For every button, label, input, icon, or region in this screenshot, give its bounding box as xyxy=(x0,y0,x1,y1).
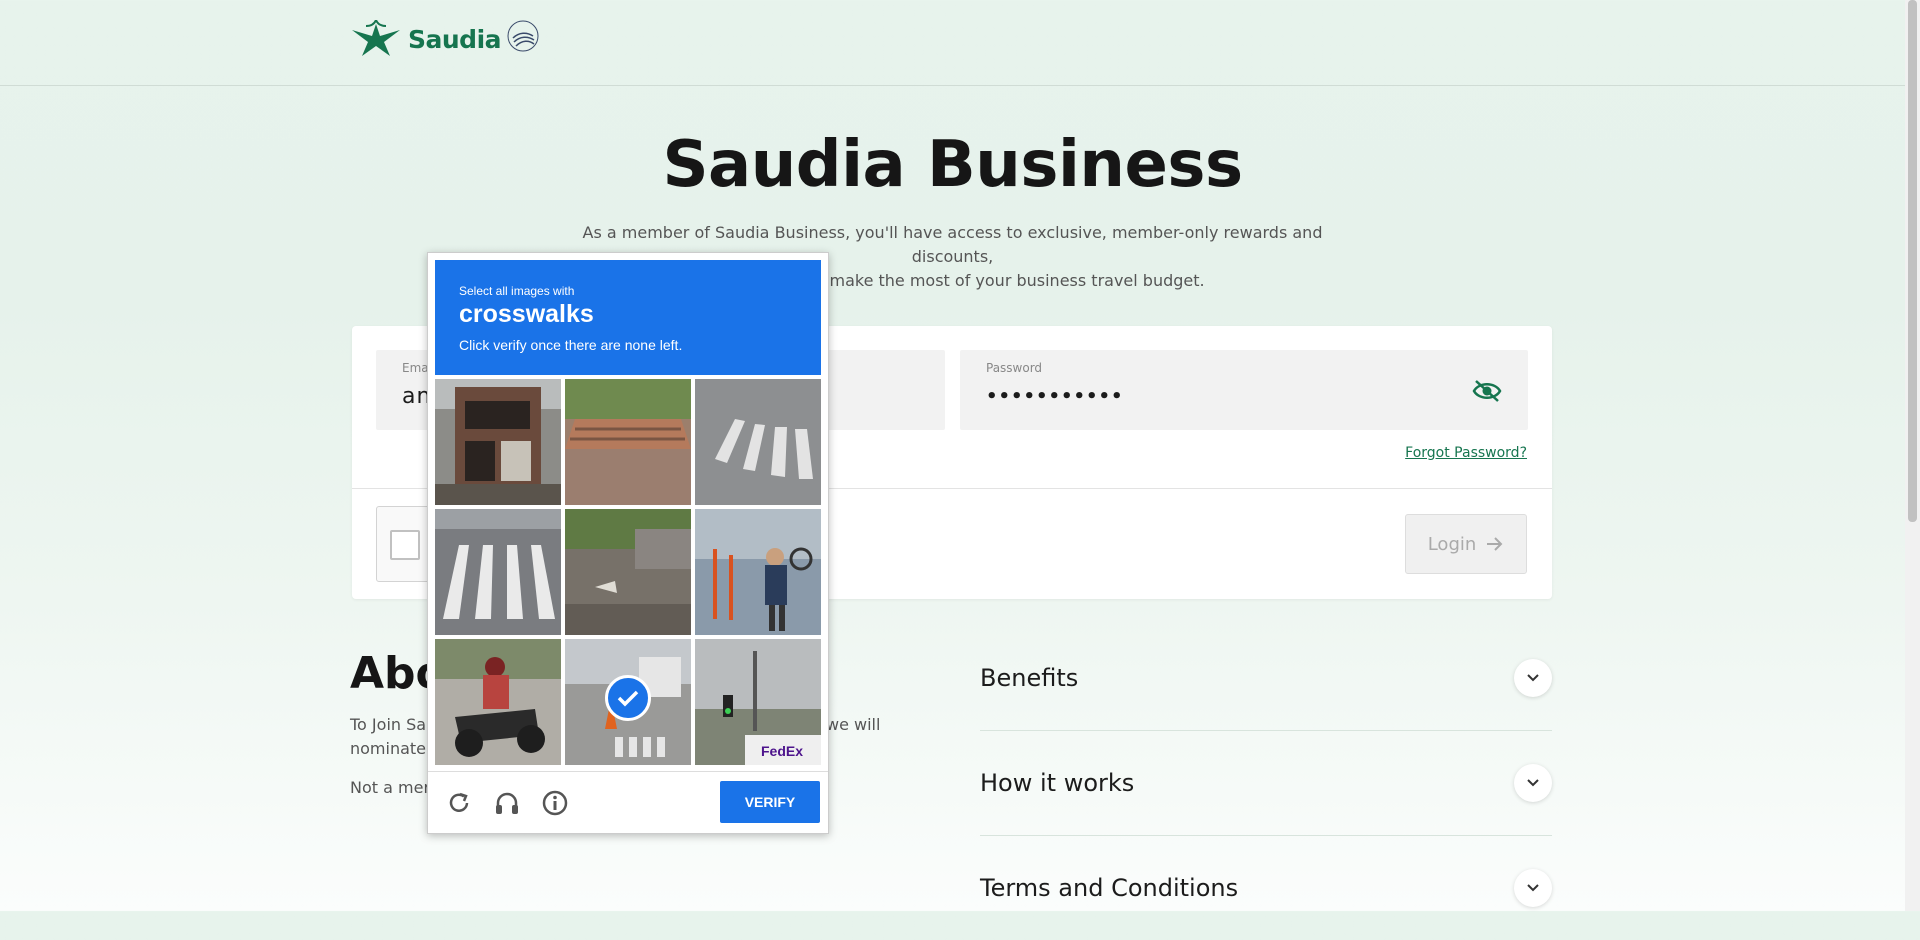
captcha-tile-7[interactable] xyxy=(435,639,561,765)
skyteam-icon xyxy=(507,20,539,52)
reload-icon[interactable] xyxy=(445,789,473,817)
about-text-start: To Join Sa xyxy=(350,715,427,734)
captcha-tile-5[interactable] xyxy=(565,509,691,635)
accordion-benefits[interactable]: Benefits xyxy=(980,626,1552,731)
saudia-palm-icon xyxy=(352,20,400,56)
password-value: ••••••••••• xyxy=(986,386,1124,407)
login-label: Login xyxy=(1427,533,1477,555)
recaptcha-image-grid: FedEx xyxy=(435,379,821,765)
password-field[interactable]: Password ••••••••••• xyxy=(960,350,1528,430)
info-icon[interactable] xyxy=(541,789,569,817)
brand-name: Saudia xyxy=(408,24,502,54)
headphones-icon[interactable] xyxy=(493,789,521,817)
accordion-label: How it works xyxy=(980,769,1135,797)
chevron-down-icon[interactable] xyxy=(1514,659,1552,697)
captcha-tile-2[interactable] xyxy=(565,379,691,505)
tile-selected-check-icon xyxy=(605,675,651,721)
captcha-tile-6[interactable] xyxy=(695,509,821,635)
captcha-tile-8[interactable] xyxy=(565,639,691,765)
site-header: Saudia xyxy=(0,0,1905,86)
recaptcha-header: Select all images with crosswalks Click … xyxy=(435,260,821,375)
captcha-tile-3[interactable] xyxy=(695,379,821,505)
chevron-down-icon[interactable] xyxy=(1514,764,1552,802)
login-button[interactable]: Login xyxy=(1405,514,1527,574)
forgot-password-link[interactable]: Forgot Password? xyxy=(1405,445,1527,461)
recaptcha-hint: Click verify once there are none left. xyxy=(459,337,683,353)
accordion-label: Terms and Conditions xyxy=(980,874,1239,902)
captcha-tile-4[interactable] xyxy=(435,509,561,635)
scrollbar-thumb[interactable] xyxy=(1908,0,1917,522)
captcha-tile-9[interactable]: FedEx xyxy=(695,639,821,765)
recaptcha-target: crosswalks xyxy=(459,300,594,328)
recaptcha-footer: VERIFY xyxy=(428,771,828,834)
page-scrollbar[interactable] xyxy=(1905,0,1920,911)
accordion-how-it-works[interactable]: How it works xyxy=(980,731,1552,836)
chevron-down-icon[interactable] xyxy=(1514,869,1552,907)
fedex-text: FedEx xyxy=(761,743,804,759)
recaptcha-checkbox[interactable] xyxy=(390,530,420,560)
accordion-terms[interactable]: Terms and Conditions xyxy=(980,836,1552,940)
page-title: Saudia Business xyxy=(662,128,1243,202)
accordion-label: Benefits xyxy=(980,664,1079,692)
about-text-2: Not a mer xyxy=(350,778,431,797)
about-text-end: we will xyxy=(826,715,881,734)
password-label: Password xyxy=(986,361,1043,375)
arrow-right-icon xyxy=(1487,537,1503,551)
hide-password-icon[interactable] xyxy=(1472,379,1502,403)
recaptcha-instruction: Select all images with xyxy=(459,284,575,298)
saudia-logo[interactable]: Saudia xyxy=(350,20,502,58)
verify-button[interactable]: VERIFY xyxy=(720,781,820,823)
recaptcha-challenge: Select all images with crosswalks Click … xyxy=(427,252,829,834)
captcha-tile-1[interactable] xyxy=(435,379,561,505)
